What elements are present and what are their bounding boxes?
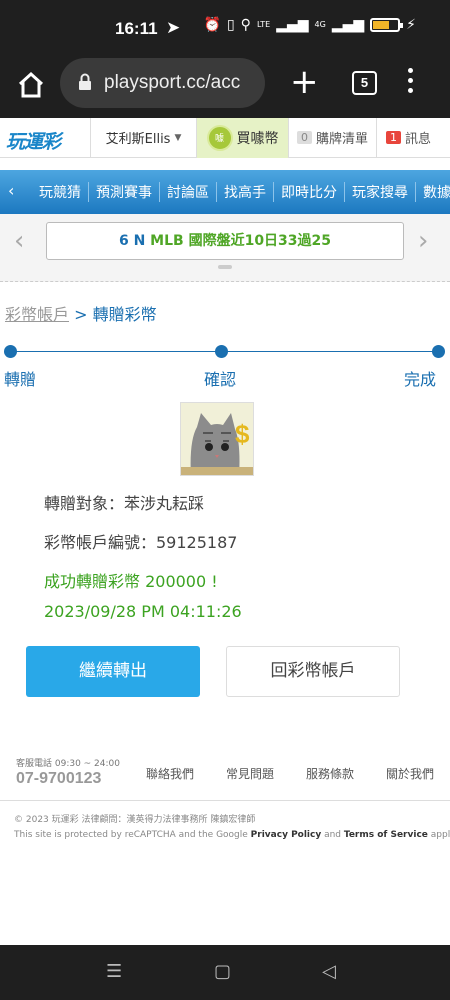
step-label-done: 完成: [404, 370, 437, 389]
step-dot-1: [4, 345, 17, 358]
messages-button[interactable]: 1 訊息: [376, 117, 440, 158]
footer-link-faq[interactable]: 常見問題: [226, 765, 274, 782]
announcement-league: MLB: [150, 233, 184, 249]
step-label-transfer: 轉贈: [4, 370, 37, 389]
signal-icon-2: ▂▄▆: [331, 17, 365, 33]
footer-link-contact[interactable]: 聯絡我們: [146, 765, 194, 782]
vibrate-icon: ▯: [226, 17, 235, 33]
buy-coins-button[interactable]: 噱 買噱幣: [196, 117, 288, 158]
carousel-indicator: [218, 265, 232, 269]
nav-item-find-expert[interactable]: 找高手: [217, 182, 274, 202]
cart-count-badge: 0: [296, 131, 312, 144]
footer-divider: [0, 800, 450, 801]
service-hours: 客服電話 09:30 ~ 24:00: [16, 759, 120, 769]
home-icon[interactable]: [16, 70, 46, 100]
recaptcha-notice: This site is protected by reCAPTCHA and …: [14, 830, 450, 840]
caret-down-icon: ▼: [174, 132, 182, 143]
footer-link-terms[interactable]: 服務條款: [306, 765, 354, 782]
nav-item-live-score[interactable]: 即時比分: [274, 182, 345, 202]
svg-text:$: $: [235, 419, 250, 449]
success-message: 成功轉贈彩幣 200000 !: [44, 572, 218, 591]
location-icon: ⚲: [240, 17, 251, 33]
breadcrumb-separator: >: [74, 305, 88, 324]
coin-icon: 噱: [206, 124, 233, 151]
cart-button[interactable]: 0 購牌清單: [288, 117, 376, 158]
status-bar: 16:11 ➤ ⏰ ▯ ⚲ LTE ▂▄▆ 4G ▂▄▆ ⚡: [0, 0, 450, 58]
nav-scroll-left-icon[interactable]: ‹: [8, 181, 14, 200]
recipient-avatar: $: [180, 402, 254, 476]
message-count-badge: 1: [385, 131, 401, 144]
nav-item-play-guess[interactable]: 玩競猜: [32, 182, 89, 202]
terms-of-service-link[interactable]: Terms of Service: [344, 830, 428, 840]
system-nav-bar: ☰ ▢ ◁: [0, 945, 450, 1000]
nav-item-forum[interactable]: 討論區: [160, 182, 217, 202]
back-to-account-button[interactable]: 回彩幣帳戶: [226, 646, 400, 697]
transfer-datetime: 2023/09/28 PM 04:11:26: [44, 602, 242, 621]
account-number: 彩幣帳戶編號：59125187: [44, 533, 238, 552]
url-text: playsport.cc/acc: [104, 72, 241, 93]
browser-toolbar: playsport.cc/acc + 5: [0, 58, 450, 118]
recents-icon[interactable]: ☰: [106, 961, 122, 982]
copyright-text: © 2023 玩運彩 法律顧問：漢英得力法律事務所 陳鎮宏律師: [14, 815, 256, 825]
announcement-banner[interactable]: 6 N MLB 國際盤近10日33過25: [46, 222, 404, 260]
alarm-icon: ⏰: [203, 17, 221, 33]
user-menu[interactable]: 艾利斯Ellis ▼: [90, 117, 196, 158]
lock-icon: [79, 73, 91, 90]
breadcrumb-current: 轉贈彩幣: [92, 305, 157, 324]
back-triangle-icon[interactable]: ◁: [322, 961, 336, 982]
network-label: 4G: [314, 20, 326, 29]
battery-icon: [370, 18, 404, 32]
signal-icon: ▂▄▆: [276, 17, 309, 33]
carousel-prev-icon[interactable]: ‹: [14, 226, 24, 256]
nav-item-player-search[interactable]: 玩家搜尋: [345, 182, 416, 202]
new-tab-icon[interactable]: +: [290, 62, 319, 102]
cat-avatar-icon: $: [181, 403, 253, 475]
announcement-prefix: 6 N: [118, 233, 146, 249]
navigation-icon: ➤: [166, 18, 181, 38]
progress-steps: 轉贈 確認 完成: [0, 344, 450, 389]
volte-icon: LTE: [256, 20, 271, 29]
nav-item-predict[interactable]: 預測賽事: [89, 182, 160, 202]
step-label-confirm: 確認: [204, 370, 237, 389]
site-logo[interactable]: 玩運彩: [0, 118, 90, 158]
step-dot-2: [215, 345, 228, 358]
announcement-carousel: ‹ 6 N MLB 國際盤近10日33過25 ›: [0, 214, 450, 282]
breadcrumb: 彩幣帳戶 > 轉贈彩幣: [5, 301, 157, 325]
transfer-target: 轉贈對象：苯涉丸耘踩: [44, 494, 205, 513]
step-dot-3: [432, 345, 445, 358]
logo-text: 玩運彩: [6, 130, 61, 153]
carousel-next-icon[interactable]: ›: [418, 226, 428, 256]
messages-label: 訊息: [404, 132, 431, 147]
user-name: 艾利斯Ellis: [105, 132, 171, 147]
main-nav: ‹ 玩競猜 預測賽事 討論區 找高手 即時比分 玩家搜尋 數據: [0, 170, 450, 214]
privacy-policy-link[interactable]: Privacy Policy: [251, 830, 322, 840]
home-square-icon[interactable]: ▢: [214, 961, 231, 982]
announcement-text: 國際盤近10日33過25: [188, 233, 332, 249]
breadcrumb-parent-link[interactable]: 彩幣帳戶: [5, 305, 69, 324]
more-menu-icon[interactable]: [408, 68, 416, 98]
status-time: 16:11: [115, 19, 158, 38]
nav-item-data[interactable]: 數據: [416, 182, 450, 202]
site-header: 玩運彩 艾利斯Ellis ▼ 噱 買噱幣 0 購牌清單 1 訊息: [0, 117, 450, 158]
footer-link-about[interactable]: 關於我們: [386, 765, 434, 782]
status-icons: ⏰ ▯ ⚲ LTE ▂▄▆ 4G ▂▄▆ ⚡: [204, 17, 416, 33]
customer-service: 客服電話 09:30 ~ 24:00 07-9700123: [16, 756, 120, 788]
charging-icon: ⚡: [406, 17, 416, 33]
buy-label: 買噱幣: [236, 130, 279, 147]
tab-switcher-button[interactable]: 5: [352, 71, 377, 95]
cart-label: 購牌清單: [315, 132, 368, 147]
continue-transfer-button[interactable]: 繼續轉出: [26, 646, 200, 697]
address-bar[interactable]: playsport.cc/acc: [60, 58, 265, 108]
service-phone[interactable]: 07-9700123: [16, 770, 120, 788]
